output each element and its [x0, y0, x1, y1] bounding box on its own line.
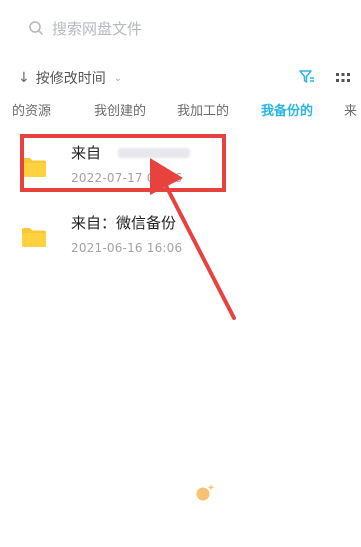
sparkle-icon	[196, 484, 215, 501]
annotation-arrow-icon	[150, 158, 236, 320]
backup-files-screen: 搜索网盘文件 ↓ 按修改时间 ⌄ 的资源 我创建的 我加工的 我备份的 来 来自…	[0, 0, 361, 547]
